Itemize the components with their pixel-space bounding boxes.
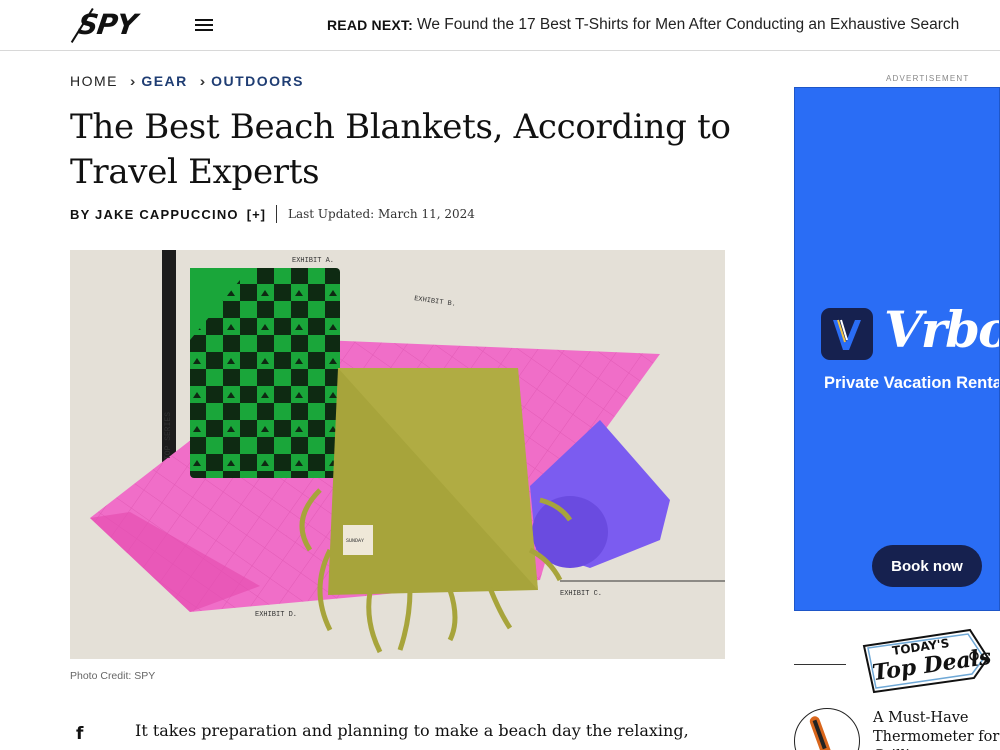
- vrbo-wordmark: Vrbo: [884, 300, 1000, 359]
- author-link[interactable]: BY JAKE CAPPUCCINO: [70, 207, 239, 222]
- breadcrumb-gear[interactable]: GEAR: [141, 73, 187, 89]
- exhibit-c-label: EXHIBIT C.: [560, 590, 602, 598]
- top-series-side-text: TOP SERIES: [164, 412, 173, 460]
- last-updated: Last Updated: March 11, 2024: [287, 207, 475, 221]
- book-now-button[interactable]: Book now: [872, 545, 982, 587]
- deal-thumbnail[interactable]: [794, 708, 860, 750]
- double-chevron-right-icon: ››: [199, 73, 207, 89]
- deal-title-link[interactable]: A Must-Have Thermometer for Grilling: [873, 709, 1000, 750]
- breadcrumb-outdoors[interactable]: OUTDOORS: [211, 73, 304, 89]
- sunday-tag-text: SUNDAY: [346, 538, 364, 544]
- facebook-icon[interactable]: f: [76, 724, 83, 744]
- ad-tagline: Private Vacation Rentals: [824, 374, 1000, 392]
- exhibit-a-label: EXHIBIT A.: [292, 257, 334, 265]
- breadcrumb-home[interactable]: HOME: [70, 73, 118, 89]
- deals-divider: [794, 664, 846, 665]
- article-title: The Best Beach Blankets, According to Tr…: [70, 107, 731, 192]
- article-intro: It takes preparation and planning to mak…: [135, 721, 689, 740]
- breadcrumb: HOME ›› GEAR ›› OUTDOORS: [70, 73, 304, 89]
- spy-logo[interactable]: SPY: [70, 6, 184, 44]
- byline: BY JAKE CAPPUCCINO [+] Last Updated: Mar…: [70, 205, 475, 223]
- logo-text: SPY: [75, 8, 139, 41]
- vrbo-ad[interactable]: Vrbo Private Vacation Rentals Book now: [794, 87, 1000, 611]
- byline-divider: [275, 205, 277, 223]
- top-deals-badge[interactable]: TODAY'S Top Deals: [862, 628, 993, 694]
- read-next-label: READ NEXT:: [327, 17, 414, 33]
- site-header: SPY READ NEXT: We Found the 17 Best T-Sh…: [0, 0, 1000, 51]
- author-expand-button[interactable]: [+]: [247, 207, 266, 222]
- photo-credit: Photo Credit: SPY: [70, 670, 156, 682]
- hamburger-menu-icon[interactable]: [195, 16, 215, 34]
- vrbo-logo-icon: [821, 308, 873, 360]
- hero-image: SUNDAY EXHIBIT A. EXHIBIT B. EXHIBIT C. …: [70, 250, 725, 659]
- double-chevron-right-icon: ››: [130, 73, 137, 89]
- advertisement-label: ADVERTISEMENT: [886, 74, 970, 83]
- beach-blankets-collage: SUNDAY EXHIBIT A. EXHIBIT B. EXHIBIT C. …: [70, 250, 725, 659]
- read-next-link[interactable]: We Found the 17 Best T-Shirts for Men Af…: [417, 16, 959, 34]
- exhibit-d-label: EXHIBIT D.: [255, 611, 297, 619]
